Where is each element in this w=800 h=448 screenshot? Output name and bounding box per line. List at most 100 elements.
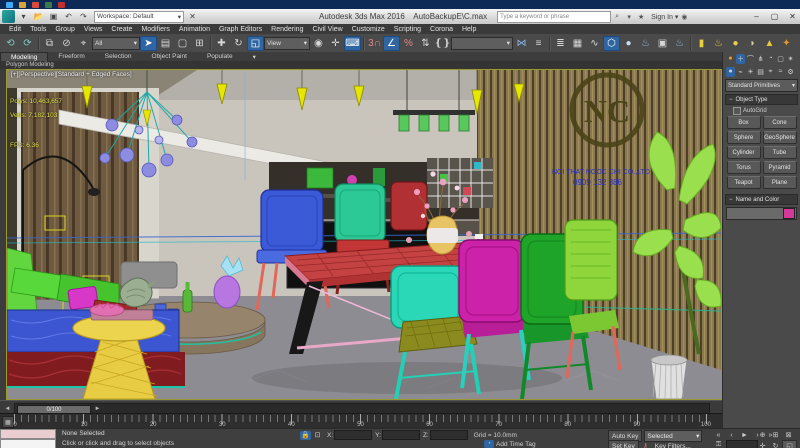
workspace-dropdown[interactable]: Workspace: Default ▾ [94,11,184,23]
corona-material-icon[interactable]: ◗ [744,36,761,51]
undo-icon[interactable]: ↶ [62,11,75,22]
box-button[interactable]: Box [727,116,761,129]
subtab-helpers-icon[interactable]: ⌖ [766,67,775,77]
timeline-ruler[interactable]: ▦ 010 2030 4050 6070 8090 100 [0,413,722,429]
object-color-swatch[interactable] [783,208,795,219]
zoom-extents-icon[interactable]: ⊠ [782,430,795,439]
window-crossing-icon[interactable]: ⊞ [191,36,208,51]
minimize-button[interactable]: – [749,11,764,22]
key-mode-icon[interactable]: ⚿ [712,440,725,448]
menu-scripting[interactable]: Scripting [394,26,421,33]
abs-offset-toggle-icon[interactable]: ⊡ [311,430,324,440]
sphere-button[interactable]: Sphere [727,131,761,144]
torus-button[interactable]: Torus [727,161,761,174]
material-editor-icon[interactable]: ● [620,36,637,51]
signin-button[interactable]: Sign In ▾ [651,13,678,21]
rect-selection-region-icon[interactable]: ▢ [174,36,191,51]
select-and-scale-icon[interactable]: ◱ [247,36,264,51]
zoom-icon[interactable]: ⊕ [756,430,769,439]
search-input[interactable]: Type a keyword or phrase [497,11,611,23]
menu-corona[interactable]: Corona [430,26,453,33]
menu-animation[interactable]: Animation [179,26,210,33]
autogrid-checkbox[interactable]: AutoGrid [733,107,800,115]
menu-group[interactable]: Group [55,26,74,33]
keyboard-override-icon[interactable]: ⌨ [344,36,361,51]
undo-icon[interactable]: ⟲ [2,36,19,51]
select-link-icon[interactable]: ⧉ [41,36,58,51]
trash-bin[interactable] [651,355,687,399]
media-icon[interactable] [45,2,52,8]
y-field[interactable] [382,430,420,440]
redo-icon[interactable]: ↷ [77,11,90,22]
subtab-systems-icon[interactable]: ⚙ [786,67,795,77]
subtab-cameras-icon[interactable]: ▤ [756,67,765,77]
prev-frame-arrow[interactable]: ◄ [3,405,12,412]
tube-button[interactable]: Tube [763,146,797,159]
browser-icon[interactable] [6,2,13,8]
object-name-field[interactable] [726,207,797,220]
key-filters-button[interactable]: Key Filters... [652,441,694,448]
close-button[interactable]: ✕ [785,11,800,22]
tab-populate[interactable]: Populate [197,52,243,61]
chrome-icon[interactable] [32,2,39,8]
graphite-ribbon-icon[interactable]: ▦ [569,36,586,51]
maximize-viewport-icon[interactable]: ◱ [782,440,797,448]
cylinder-button[interactable]: Cylinder [727,146,761,159]
play-icon[interactable]: ► [738,430,751,440]
tab-hierarchy-icon[interactable]: ⋔ [756,54,765,64]
maxscript-listener-pink[interactable] [0,429,56,439]
help-icon[interactable]: ◉ [678,11,690,22]
search-history-icon[interactable]: ▾ [623,11,635,22]
rendered-frame-icon[interactable]: ▣ [654,36,671,51]
category-dropdown[interactable]: Standard Primitives ▾ [725,79,798,92]
z-field[interactable] [430,430,468,440]
geosphere-button[interactable]: GeoSphere [763,131,797,144]
tab-display-icon[interactable]: ▢ [776,54,785,64]
layer-manager-icon[interactable]: ≣ [552,36,569,51]
tab-modify-icon[interactable]: ⌒ [746,54,755,64]
selection-filter-dropdown[interactable]: All ▾ [92,37,140,50]
corona-cone-icon[interactable]: ▲ [761,36,778,51]
tab-object-paint[interactable]: Object Paint [142,52,197,61]
menu-edit[interactable]: Edit [9,26,21,33]
new-scene-icon[interactable]: ▾ [17,11,30,22]
selection-lock-icon[interactable]: 🔒 [300,431,311,440]
frame-field[interactable]: 0 [726,440,758,448]
tab-modeling[interactable]: Modeling [0,52,48,62]
x-field[interactable] [334,430,372,440]
curve-editor-icon[interactable]: ∿ [586,36,603,51]
tab-utilities-icon[interactable]: ✶ [786,54,795,64]
object-type-rollout[interactable]: −Object Type [725,94,798,105]
angle-snap-icon[interactable]: ∠ [383,36,400,51]
next-frame-arrow[interactable]: ► [93,405,102,412]
cone-button[interactable]: Cone [763,116,797,129]
corona-star-icon[interactable]: ✦ [778,36,795,51]
set-keys-icon[interactable]: ⚷ [639,441,652,448]
select-and-move-icon[interactable]: ✚ [213,36,230,51]
mirror-icon[interactable]: ⋈ [513,36,530,51]
tab-motion-icon[interactable]: ◔ [766,54,775,64]
menu-views[interactable]: Views [84,26,103,33]
spinner-snap-icon[interactable]: ⇅ [417,36,434,51]
bind-space-warp-icon[interactable]: ⌖ [75,36,92,51]
select-object-icon[interactable]: ➤ [140,36,157,51]
subtab-spacewarps-icon[interactable]: ≈ [776,67,785,77]
edit-named-selections-icon[interactable]: ❴❵ [434,36,451,51]
reference-coordinate-dropdown[interactable]: View ▾ [264,37,310,50]
redo-icon[interactable]: ⟳ [19,36,36,51]
maximize-button[interactable]: ▢ [767,11,782,22]
unlink-selection-icon[interactable]: ⊘ [58,36,75,51]
go-start-icon[interactable]: « [712,430,725,440]
menu-tools[interactable]: Tools [30,26,46,33]
chair-red[interactable] [391,182,427,230]
subtab-shapes-icon[interactable]: ⌁ [736,67,745,77]
select-manipulate-icon[interactable]: ✛ [327,36,344,51]
menu-graph-editors[interactable]: Graph Editors [219,26,262,33]
orbit-icon[interactable]: ↻ [769,441,782,448]
ribbon-minimize-icon[interactable]: ▾ [243,52,266,61]
select-by-name-icon[interactable]: ▤ [157,36,174,51]
perspective-viewport[interactable]: NC NOI THAT NGOC CHI CO.,LTD 0909 132 88… [6,69,722,400]
snaps-toggle-icon[interactable]: 3∩ [366,36,383,51]
time-tag-icon[interactable]: ◔ [484,440,494,448]
tab-create-icon[interactable]: ＋ [736,54,745,64]
